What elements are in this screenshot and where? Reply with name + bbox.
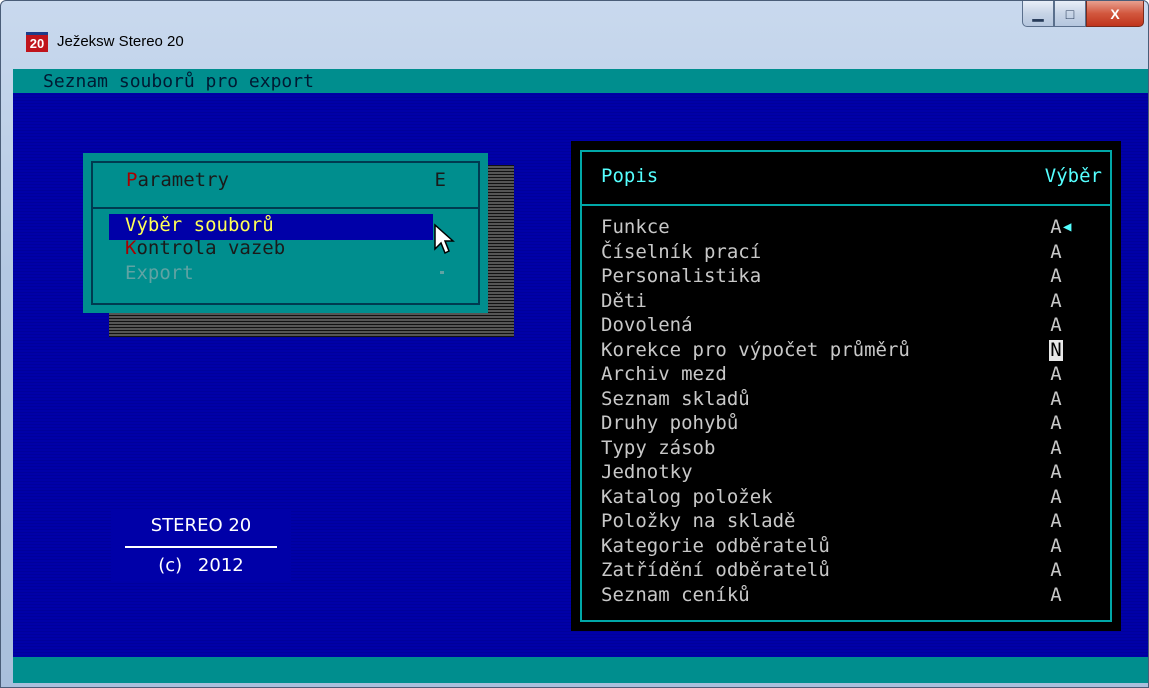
item-label: Typy zásob bbox=[601, 436, 716, 459]
item-value-highlighted[interactable]: N bbox=[1048, 338, 1064, 362]
list-item[interactable]: Korekce pro výpočet průměrů N bbox=[601, 338, 1101, 365]
item-label: Kategorie odběratelů bbox=[601, 534, 830, 557]
item-label: Seznam skladů bbox=[601, 387, 750, 410]
current-row-arrow-icon: ◀ bbox=[1063, 219, 1072, 235]
list-item[interactable]: Kategorie odběratelů A bbox=[601, 534, 1101, 561]
item-value[interactable]: A bbox=[1049, 486, 1063, 508]
menu-title-rest: arametry bbox=[137, 169, 229, 191]
item-value[interactable]: A bbox=[1049, 364, 1063, 385]
item-label: Druhy pohybů bbox=[601, 412, 739, 434]
logo-copyright: (c) 2012 bbox=[158, 555, 244, 576]
minimize-button[interactable]: ▁ bbox=[1022, 1, 1054, 27]
file-list-panel: Popis Výběr Funkce A ◀ Číselník prací A Per… bbox=[571, 141, 1121, 631]
list-item[interactable]: Položky na skladě A bbox=[601, 511, 1101, 536]
item-value[interactable]: A bbox=[1049, 388, 1063, 410]
window-title: Ježeksw Stereo 20 bbox=[57, 33, 184, 50]
menu-title: Parametry bbox=[126, 169, 229, 191]
logo-divider bbox=[125, 546, 277, 548]
maximize-button[interactable]: □ bbox=[1054, 1, 1086, 27]
app-icon[interactable]: 20 bbox=[26, 32, 48, 52]
list-item[interactable]: Funkce A ◀ bbox=[601, 217, 1101, 242]
mouse-cursor-icon bbox=[434, 223, 455, 255]
item-label: Seznam ceníků bbox=[601, 583, 750, 606]
file-list: Funkce A ◀ Číselník prací A Personalistika A… bbox=[601, 217, 1101, 609]
list-item[interactable]: Typy zásob A bbox=[601, 436, 1101, 463]
item-label: Funkce bbox=[601, 216, 670, 238]
list-item[interactable]: Archiv mezd A bbox=[601, 364, 1101, 389]
list-item[interactable]: Zatřídění odběratelů A bbox=[601, 560, 1101, 585]
item-label: Zatřídění odběratelů bbox=[601, 559, 830, 581]
list-item[interactable]: Katalog položek A bbox=[601, 485, 1101, 512]
menu-divider bbox=[91, 207, 480, 209]
item-value[interactable]: A bbox=[1049, 584, 1063, 606]
item-label: Archiv mezd bbox=[601, 363, 727, 385]
item-label: Personalistika bbox=[601, 265, 762, 287]
column-header-description: Popis bbox=[601, 165, 659, 187]
close-icon: X bbox=[1110, 5, 1120, 22]
item-label: Dovolená bbox=[601, 314, 693, 336]
menu-item-hotkey: K bbox=[125, 237, 137, 259]
item-label: Jednotky bbox=[601, 461, 693, 483]
screen-header: Seznam souborů pro export bbox=[43, 71, 314, 92]
item-value[interactable]: A bbox=[1049, 217, 1063, 238]
item-value[interactable]: A bbox=[1049, 315, 1063, 336]
item-label: Katalog položek bbox=[601, 485, 773, 508]
console-area: Seznam souborů pro export Parametry E Vý… bbox=[13, 69, 1148, 683]
item-value[interactable]: A bbox=[1049, 560, 1063, 581]
list-item[interactable]: Druhy pohybů A bbox=[601, 413, 1101, 438]
item-label: Položky na skladě bbox=[601, 510, 796, 532]
minimize-icon: ▁ bbox=[1032, 5, 1044, 21]
item-value[interactable]: A bbox=[1049, 241, 1063, 263]
menu-item-export-dot bbox=[440, 271, 444, 274]
item-label: Děti bbox=[601, 289, 647, 312]
item-value[interactable]: A bbox=[1049, 535, 1063, 557]
status-bar bbox=[13, 657, 1148, 683]
item-value[interactable]: A bbox=[1049, 413, 1063, 434]
app-window: 20 Ježeksw Stereo 20 ▁ □ X Seznam soubor… bbox=[0, 0, 1149, 688]
item-value[interactable]: A bbox=[1049, 437, 1063, 459]
item-value[interactable]: A bbox=[1049, 511, 1063, 532]
header-separator bbox=[582, 204, 1110, 206]
item-label: Korekce pro výpočet průměrů bbox=[601, 338, 910, 361]
header-bar: Seznam souborů pro export bbox=[13, 69, 1148, 93]
item-label: Číselník prací bbox=[601, 240, 762, 263]
title-bar[interactable]: 20 Ježeksw Stereo 20 ▁ □ X bbox=[1, 1, 1148, 59]
list-item[interactable]: Dovolená A bbox=[601, 315, 1101, 340]
column-header-selection: Výběr bbox=[1044, 165, 1102, 187]
list-item[interactable]: Jednotky A bbox=[601, 462, 1101, 487]
item-value[interactable]: A bbox=[1049, 290, 1063, 312]
item-value[interactable]: A bbox=[1049, 462, 1063, 483]
list-item[interactable]: Seznam ceníků A bbox=[601, 583, 1101, 610]
menu-item-export[interactable]: Export bbox=[109, 262, 194, 288]
window-controls: ▁ □ X bbox=[1022, 1, 1144, 27]
logo-box: STEREO 20 (c) 2012 bbox=[111, 509, 291, 581]
close-button[interactable]: X bbox=[1086, 1, 1144, 27]
menu-item-link-check[interactable]: Kontrola vazeb bbox=[109, 237, 285, 263]
maximize-icon: □ bbox=[1065, 5, 1075, 22]
parameters-menu: Parametry E Výběr souborů Kontrola vazeb… bbox=[83, 153, 488, 313]
list-item[interactable]: Personalistika A bbox=[601, 266, 1101, 291]
list-item[interactable]: Číselník prací A bbox=[601, 240, 1101, 267]
menu-title-key: E bbox=[434, 169, 446, 191]
menu-item-rest: ontrola vazeb bbox=[136, 237, 286, 259]
logo-title: STEREO 20 bbox=[150, 515, 252, 536]
menu-title-hotkey: P bbox=[126, 169, 138, 191]
list-item[interactable]: Děti A bbox=[601, 289, 1101, 316]
item-value[interactable]: A bbox=[1049, 266, 1063, 287]
list-item[interactable]: Seznam skladů A bbox=[601, 387, 1101, 414]
